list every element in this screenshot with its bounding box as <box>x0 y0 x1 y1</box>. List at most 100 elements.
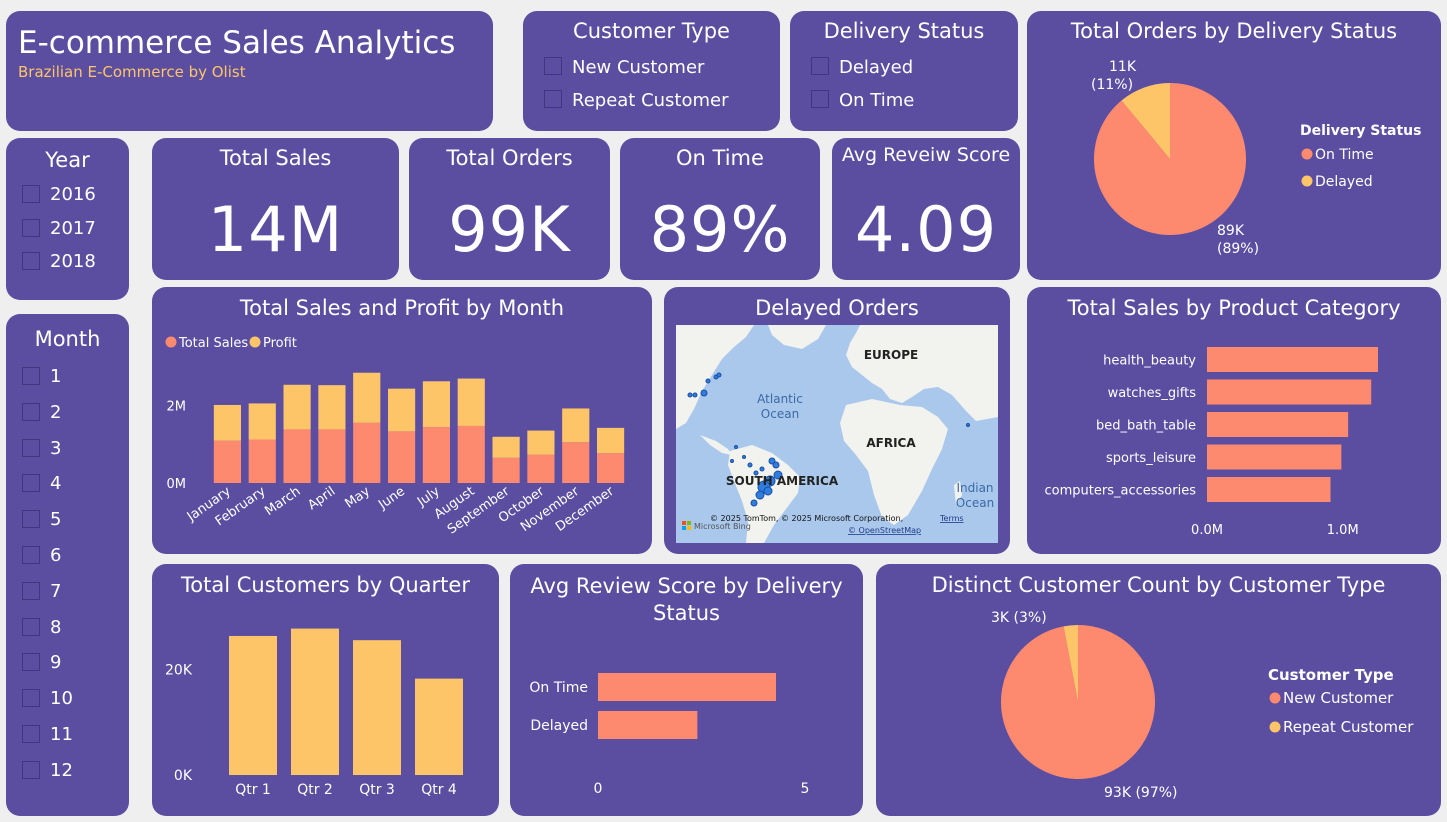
label-on-time[interactable]: On Time <box>839 90 914 111</box>
sales-profit-month-card: Total Sales and Profit by Month Total Sa… <box>152 287 652 554</box>
bar-total-sales-december[interactable] <box>596 453 625 483</box>
bar-qtr-4[interactable] <box>415 678 463 775</box>
customers-type-chart: 93K (97%) 3K (3%) Customer Type New Custome… <box>991 610 1414 801</box>
bar-total-sales-october[interactable] <box>527 454 555 483</box>
month-checkbox-5[interactable] <box>22 510 40 529</box>
bar-total-sales-may[interactable] <box>353 422 381 483</box>
year-label-2016[interactable]: 2016 <box>50 184 96 205</box>
bar-profit-january[interactable] <box>213 404 242 441</box>
on-time-data-label: 89K <box>1217 223 1245 239</box>
label-repeat-customer[interactable]: Repeat Customer <box>572 90 729 111</box>
month-label-7[interactable]: 7 <box>50 581 61 602</box>
bar-profit-june[interactable] <box>387 388 416 432</box>
legend-label-profit: Profit <box>263 336 297 351</box>
map-bing-label: Microsoft Bing <box>694 522 751 531</box>
month-checkbox-6[interactable] <box>22 546 40 564</box>
month-checkbox-9[interactable] <box>22 653 40 672</box>
y-tick-0K: 0K <box>174 768 193 784</box>
label-delayed[interactable]: Delayed <box>839 57 913 78</box>
bar-qtr-2[interactable] <box>291 628 339 775</box>
bar-profit-september[interactable] <box>492 436 520 458</box>
map-label-europe: EUROPE <box>864 348 918 362</box>
label-new-customer[interactable]: New Customer <box>572 57 704 78</box>
month-checkbox-1[interactable] <box>22 367 40 385</box>
bar-total-sales-june[interactable] <box>387 431 416 483</box>
bar-qtr-1[interactable] <box>229 635 277 775</box>
month-label-9[interactable]: 9 <box>50 652 61 673</box>
month-label-1[interactable]: 1 <box>50 366 61 387</box>
month-label-12[interactable]: 12 <box>50 760 73 781</box>
bar-total-sales-january[interactable] <box>213 440 242 483</box>
map-osm-link[interactable]: © OpenStreetMap <box>848 526 921 535</box>
legend-marker-delayed <box>1301 175 1313 187</box>
month-label-6[interactable]: 6 <box>50 545 61 566</box>
bar-on-time[interactable] <box>598 673 777 701</box>
year-label-2017[interactable]: 2017 <box>50 218 96 239</box>
bar-watches_gifts[interactable] <box>1207 379 1372 405</box>
customers-quarter-chart: 0K 20K Qtr 1 Qtr 2 Qtr 3 Qtr 4 <box>165 628 463 798</box>
month-label-8[interactable]: 8 <box>50 617 61 638</box>
month-slicer: Month 1 2 3 4 5 6 7 8 9 10 11 12 <box>6 314 129 816</box>
bar-bed_bath_table[interactable] <box>1207 412 1349 437</box>
bar-total-sales-july[interactable] <box>422 427 451 483</box>
bar-delayed[interactable] <box>598 711 698 739</box>
month-label-3[interactable]: 3 <box>50 438 61 459</box>
bar-profit-may[interactable] <box>353 372 381 423</box>
x-tick-march: March <box>262 484 303 519</box>
bar-total-sales-august[interactable] <box>457 425 485 483</box>
new-customer-data-label: 93K (97%) <box>1104 785 1178 801</box>
month-checkbox-7[interactable] <box>22 581 40 600</box>
month-title: Month <box>34 327 101 351</box>
bar-total-sales-march[interactable] <box>283 429 311 483</box>
month-checkbox-8[interactable] <box>22 617 40 636</box>
bar-total-sales-april[interactable] <box>318 429 346 483</box>
month-checkbox-2[interactable] <box>22 402 40 421</box>
bar-profit-october[interactable] <box>527 430 555 455</box>
year-checkbox-2016[interactable] <box>22 185 40 203</box>
month-label-10[interactable]: 10 <box>50 688 73 709</box>
kpi-total-sales: Total Sales 14M <box>152 138 399 280</box>
bar-profit-august[interactable] <box>457 378 485 426</box>
y-tick-sports_leisure: sports_leisure <box>1106 451 1196 466</box>
bar-computers_accessories[interactable] <box>1207 477 1331 502</box>
bar-profit-november[interactable] <box>562 408 590 443</box>
legend-label-on-time: On Time <box>1315 147 1374 163</box>
legend-marker-total-sales <box>165 336 177 348</box>
month-checkbox-12[interactable] <box>22 760 40 779</box>
year-checkbox-2018[interactable] <box>22 252 40 270</box>
bar-sports_leisure[interactable] <box>1207 444 1342 470</box>
bar-profit-july[interactable] <box>422 381 451 428</box>
year-label-2018[interactable]: 2018 <box>50 251 96 272</box>
map-label-south-america: SOUTH AMERICA <box>726 474 839 488</box>
month-checkbox-11[interactable] <box>22 725 40 743</box>
bar-total-sales-september[interactable] <box>492 457 520 483</box>
bar-profit-december[interactable] <box>596 427 625 454</box>
delayed-orders-map[interactable]: EUROPE AFRICA SOUTH AMERICA Atlantic Ocea… <box>676 325 998 543</box>
month-label-11[interactable]: 11 <box>50 724 73 745</box>
bar-profit-march[interactable] <box>283 384 311 430</box>
month-checkbox-4[interactable] <box>22 474 40 493</box>
bar-profit-april[interactable] <box>318 385 346 430</box>
map-terms-link[interactable]: Terms <box>939 514 964 523</box>
year-checkbox-2017[interactable] <box>22 218 40 237</box>
month-label-4[interactable]: 4 <box>50 473 61 494</box>
sales-category-card: Total Sales by Product Category health_b… <box>1027 287 1441 554</box>
bar-total-sales-february[interactable] <box>248 439 276 483</box>
bar-total-sales-november[interactable] <box>562 442 590 483</box>
checkbox-repeat-customer[interactable] <box>544 90 562 108</box>
month-checkbox-10[interactable] <box>22 689 40 708</box>
bar-health_beauty[interactable] <box>1207 347 1378 372</box>
greenland-land <box>768 325 826 349</box>
checkbox-on-time[interactable] <box>811 90 829 108</box>
checkbox-delayed[interactable] <box>811 57 829 75</box>
y-tick-2M: 2M <box>167 399 187 414</box>
x-tick-1.0M: 1.0M <box>1327 523 1359 538</box>
checkbox-new-customer[interactable] <box>544 57 562 75</box>
year-slicer: Year 2016 2017 2018 <box>6 138 129 300</box>
month-checkbox-3[interactable] <box>22 438 40 457</box>
month-label-5[interactable]: 5 <box>50 509 61 530</box>
kpi-avg-review: Avg Reveiw Score 4.09 <box>832 138 1020 280</box>
month-label-2[interactable]: 2 <box>50 402 61 423</box>
bar-profit-february[interactable] <box>248 403 276 440</box>
bar-qtr-3[interactable] <box>353 640 401 775</box>
